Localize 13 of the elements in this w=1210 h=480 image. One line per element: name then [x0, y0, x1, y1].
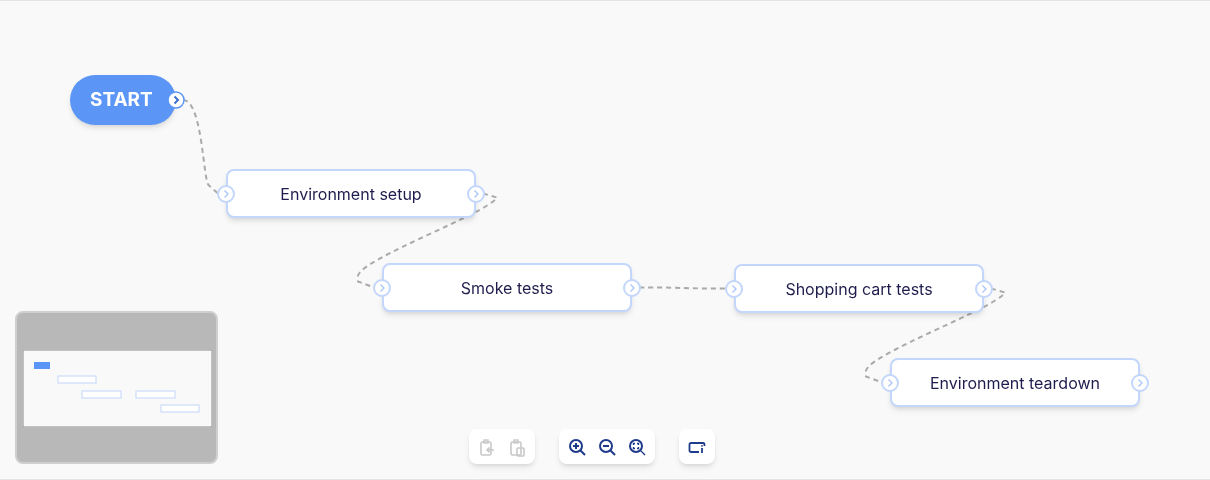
paste-icon: [507, 436, 527, 457]
copy-icon: [477, 436, 497, 457]
zoom-in-icon: [567, 436, 587, 457]
port-icon[interactable]: [167, 91, 185, 109]
minimap[interactable]: [15, 311, 218, 464]
task-node[interactable]: Shopping cart tests: [734, 264, 984, 313]
port-icon[interactable]: [467, 184, 485, 203]
task-node[interactable]: Environment teardown: [890, 358, 1140, 407]
port-icon[interactable]: [975, 279, 993, 298]
zoom-out-icon: [597, 436, 617, 457]
zoom-fit-icon: [627, 436, 647, 457]
task-node[interactable]: Environment setup: [226, 169, 476, 218]
task-node[interactable]: Smoke tests: [382, 263, 632, 312]
